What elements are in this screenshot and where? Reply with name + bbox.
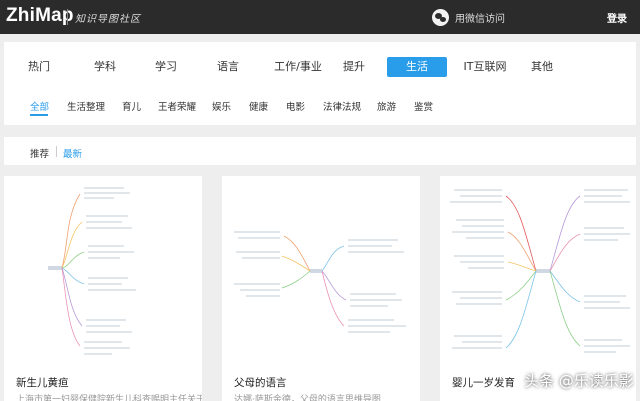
subtab-parenting[interactable]: 育儿 — [122, 99, 141, 113]
subtab-movies[interactable]: 电影 — [286, 99, 305, 113]
mindmap-card[interactable]: 父母的语言 达娜·萨斯金德，父母的语言思维导图 — [222, 176, 420, 401]
card-description: 达娜·萨斯金德，父母的语言思维导图 — [234, 395, 381, 401]
mindmap-card[interactable]: 婴儿一岁发育 — [440, 176, 636, 401]
mindmap-card[interactable]: 新生儿黄疸 上海市第一妇婴保健院新生儿科查赐明主任关于新 — [4, 176, 202, 401]
subtab-honor-of-kings[interactable]: 王者荣耀 — [158, 99, 196, 113]
mindmap-thumbnail — [450, 189, 630, 353]
tab-language[interactable]: 语言 — [211, 57, 245, 77]
wechat-login-link[interactable]: 用微信访问 — [432, 8, 505, 26]
subtab-appreciation[interactable]: 鉴赏 — [414, 99, 433, 113]
wechat-icon — [432, 8, 449, 26]
card-title[interactable]: 父母的语言 — [234, 375, 287, 390]
tab-hot[interactable]: 热门 — [22, 57, 56, 77]
tab-improvement[interactable]: 提升 — [337, 57, 371, 77]
subtab-life-organizing[interactable]: 生活整理 — [67, 99, 105, 113]
sort-divider — [56, 146, 57, 157]
card-title[interactable]: 婴儿一岁发育 — [452, 375, 515, 390]
subtab-health[interactable]: 健康 — [249, 99, 268, 113]
mindmap-thumbnail — [48, 187, 136, 355]
login-button[interactable]: 登录 — [607, 10, 627, 25]
subtab-all[interactable]: 全部 — [30, 99, 49, 113]
tab-subjects[interactable]: 学科 — [88, 57, 122, 77]
top-bar: ZhiMap 知识导图社区 用微信访问 登录 — [0, 0, 640, 34]
mindmap-thumbnail — [234, 231, 406, 333]
card-description: 上海市第一妇婴保健院新生儿科查赐明主任关于新 — [16, 395, 202, 401]
logo-divider — [67, 9, 68, 25]
sort-latest[interactable]: 最新 — [63, 146, 82, 160]
site-slogan: 知识导图社区 — [75, 14, 141, 25]
category-panel: 热门 学科 学习 语言 工作/事业 提升 生活 IT互联网 其他 全部 生活整理… — [4, 42, 636, 125]
subtab-entertainment[interactable]: 娱乐 — [212, 99, 231, 113]
sort-bar: 推荐 最新 — [4, 137, 636, 165]
subtab-active-indicator — [30, 114, 48, 116]
sort-recommended[interactable]: 推荐 — [30, 146, 49, 160]
subtab-travel[interactable]: 旅游 — [377, 99, 396, 113]
zhimap-logo[interactable]: ZhiMap — [6, 5, 74, 27]
tab-other[interactable]: 其他 — [525, 57, 559, 77]
tab-life[interactable]: 生活 — [387, 57, 447, 77]
wechat-login-label: 用微信访问 — [455, 13, 505, 25]
tab-it-internet[interactable]: IT互联网 — [455, 57, 515, 77]
card-title[interactable]: 新生儿黄疸 — [16, 375, 69, 390]
tab-work-career[interactable]: 工作/事业 — [266, 57, 330, 77]
tab-study[interactable]: 学习 — [149, 57, 183, 77]
watermark-text: 头条 @乐读乐影 — [524, 372, 634, 390]
subtab-law[interactable]: 法律法规 — [323, 99, 361, 113]
